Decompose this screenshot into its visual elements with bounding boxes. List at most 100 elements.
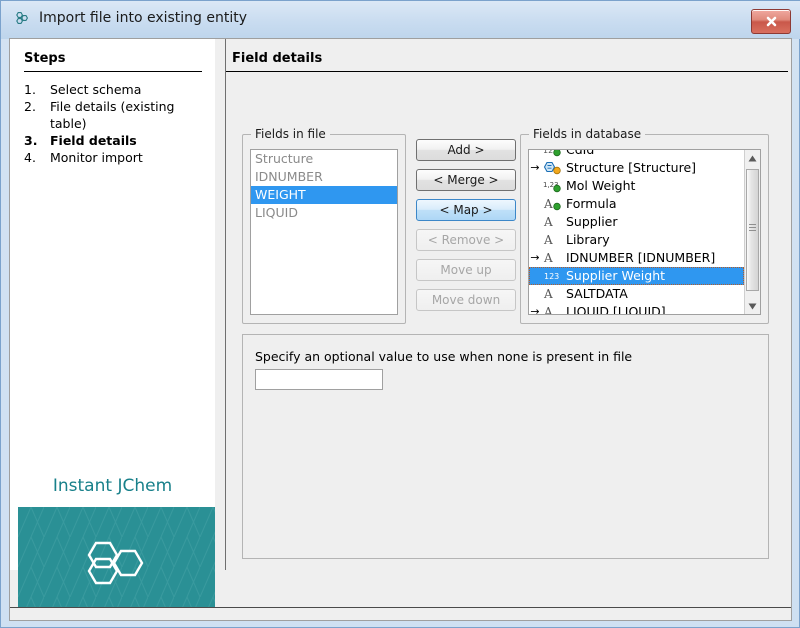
move-up-button: Move up — [416, 259, 516, 281]
field-label: Library — [563, 231, 610, 249]
field-label: IDNUMBER — [255, 168, 323, 186]
brand-name: Instant JChem — [10, 476, 215, 496]
window-title: Import file into existing entity — [39, 10, 247, 26]
scrollbar-thumb[interactable] — [746, 169, 759, 291]
scroll-down-icon[interactable] — [745, 298, 760, 314]
field-label: Supplier Weight — [563, 267, 665, 285]
move-down-button: Move down — [416, 289, 516, 311]
text-icon: A — [541, 287, 563, 301]
numeric-icon: 123 — [541, 269, 563, 283]
svg-text:A: A — [543, 251, 553, 265]
hexagon-pattern — [18, 507, 215, 607]
database-rows: 123 CdId → — [529, 150, 744, 314]
svg-text:A: A — [543, 233, 553, 247]
field-label: Structure — [255, 150, 313, 168]
remove-button: < Remove > — [416, 229, 516, 251]
field-label: Structure [Structure] — [563, 159, 696, 177]
field-label: LIQUID — [255, 204, 298, 222]
mapped-arrow-icon: → — [529, 303, 541, 314]
title-bar-left: Import file into existing entity — [13, 9, 247, 27]
step-label: Select schema — [50, 81, 141, 98]
step-label: Field details — [50, 132, 137, 149]
dialog-body: Steps 1. Select schema 2. File details (… — [9, 38, 792, 621]
list-item-selected[interactable]: 123 Supplier Weight — [529, 267, 744, 285]
structure-icon — [541, 161, 563, 175]
steps-panel: Steps 1. Select schema 2. File details (… — [10, 39, 215, 570]
scroll-up-icon[interactable] — [745, 150, 760, 166]
field-label: Mol Weight — [563, 177, 635, 195]
list-item[interactable]: A Formula — [529, 195, 744, 213]
svg-text:A: A — [543, 215, 553, 229]
footer-button-bar: < Back Next > Finish Cancel Help — [10, 608, 791, 621]
field-label: WEIGHT — [255, 186, 306, 204]
title-bar: Import file into existing entity — [1, 1, 800, 39]
list-item[interactable]: 1,23 Mol Weight — [529, 177, 744, 195]
fields-in-file-list[interactable]: Structure IDNUMBER WEIGHT LIQUID — [250, 149, 398, 315]
brand-artwork — [18, 507, 215, 607]
text-icon: A — [541, 233, 563, 247]
optional-value-panel: Specify an optional value to use when no… — [242, 334, 769, 559]
step-item-1: 1. Select schema — [24, 81, 204, 98]
step-number: 1. — [24, 81, 50, 98]
fields-in-file-group: Fields in file Structure IDNUMBER WEIGHT… — [242, 127, 406, 324]
step-item-3: 3. Field details — [24, 132, 204, 149]
text-icon: A — [541, 215, 563, 229]
fields-in-database-list[interactable]: 123 CdId → — [528, 149, 761, 315]
merge-button[interactable]: < Merge > — [416, 169, 516, 191]
list-item[interactable]: LIQUID — [251, 204, 397, 222]
field-label: Formula — [563, 195, 617, 213]
step-item-2: 2. File details (existing table) — [24, 98, 204, 132]
numeric-key-icon: 123 — [541, 150, 563, 157]
database-list-viewport: 123 CdId → — [529, 150, 744, 314]
optional-value-input[interactable] — [255, 369, 383, 390]
list-item-selected[interactable]: WEIGHT — [251, 186, 397, 204]
fields-in-file-legend: Fields in file — [251, 127, 330, 141]
step-number: 4. — [24, 149, 50, 166]
svg-text:A: A — [543, 197, 553, 211]
list-item[interactable]: → A LIQUID [LIQUID] — [529, 303, 744, 314]
mapped-arrow-icon: → — [529, 249, 541, 267]
numeric-calc-icon: 1,23 — [541, 179, 563, 193]
field-label: LIQUID [LIQUID] — [563, 303, 666, 314]
step-label: File details (existing table) — [50, 98, 204, 132]
page-title-rule — [226, 71, 788, 72]
svg-text:A: A — [543, 305, 553, 314]
fields-in-database-legend: Fields in database — [529, 127, 645, 141]
step-number: 2. — [24, 98, 50, 132]
step-number: 3. — [24, 132, 50, 149]
list-item[interactable]: → Structure [Structure] — [529, 159, 744, 177]
list-item[interactable]: → A IDNUMBER [IDNUMBER] — [529, 249, 744, 267]
list-item[interactable]: A Supplier — [529, 213, 744, 231]
text-icon: A — [541, 305, 563, 314]
hexagon-cluster-icon — [13, 9, 31, 27]
list-item[interactable]: A Library — [529, 231, 744, 249]
map-button[interactable]: < Map > — [416, 199, 516, 221]
field-label: IDNUMBER [IDNUMBER] — [563, 249, 715, 267]
close-button[interactable] — [751, 9, 791, 34]
mapping-button-column: Add > < Merge > < Map > < Remove > Move … — [416, 139, 516, 319]
field-label: Supplier — [563, 213, 618, 231]
database-list-scrollbar[interactable] — [744, 150, 760, 314]
svg-text:123: 123 — [544, 272, 559, 281]
step-label: Monitor import — [50, 149, 143, 166]
list-item[interactable]: 123 CdId — [529, 150, 744, 159]
mapped-arrow-icon: → — [529, 159, 541, 177]
close-icon — [765, 15, 778, 28]
field-label: CdId — [563, 150, 594, 159]
content-panel: Field details Fields in file Structure I… — [226, 39, 791, 570]
list-item[interactable]: IDNUMBER — [251, 168, 397, 186]
fields-in-database-group: Fields in database 123 — [520, 127, 769, 324]
page-title: Field details — [232, 51, 322, 66]
step-item-4: 4. Monitor import — [24, 149, 204, 166]
text-icon: A — [541, 251, 563, 265]
svg-text:A: A — [543, 287, 553, 301]
optional-value-label: Specify an optional value to use when no… — [255, 349, 632, 364]
steps-list: 1. Select schema 2. File details (existi… — [24, 81, 204, 166]
list-item[interactable]: A SALTDATA — [529, 285, 744, 303]
field-label: SALTDATA — [563, 285, 628, 303]
steps-heading: Steps — [24, 51, 65, 66]
steps-heading-rule — [24, 71, 202, 72]
list-item[interactable]: Structure — [251, 150, 397, 168]
scrollbar-grip — [749, 224, 756, 231]
add-button[interactable]: Add > — [416, 139, 516, 161]
